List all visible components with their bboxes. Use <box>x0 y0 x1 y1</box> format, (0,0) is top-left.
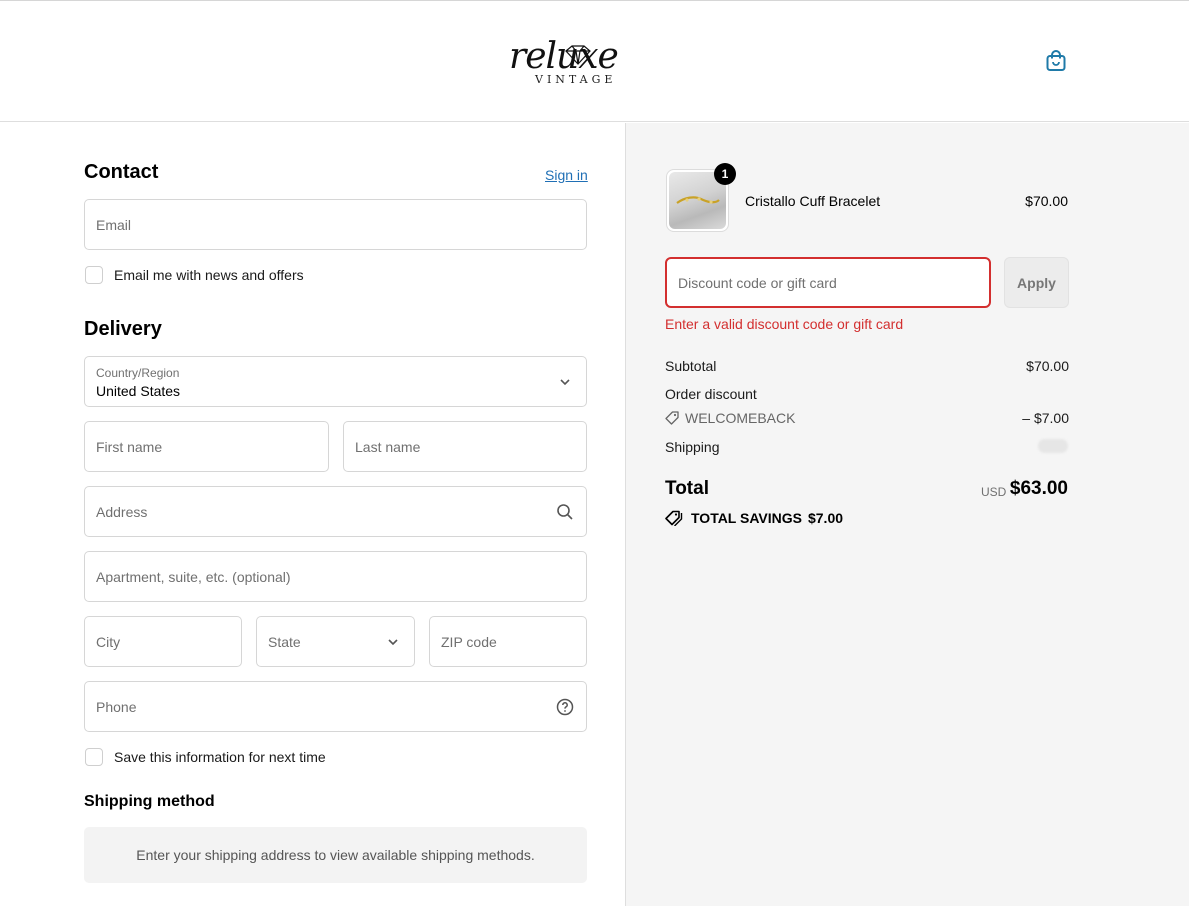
tag-icon <box>665 411 679 425</box>
email-opt-in-label: Email me with news and offers <box>114 267 304 283</box>
bracelet-image-icon <box>676 196 720 204</box>
total-label: Total <box>665 478 709 499</box>
zip-placeholder: ZIP code <box>441 634 497 650</box>
email-opt-in-row[interactable]: Email me with news and offers <box>85 266 304 284</box>
shipping-method-message: Enter your shipping address to view avai… <box>84 827 587 883</box>
savings-label: TOTAL SAVINGS <box>691 510 802 526</box>
apply-discount-button[interactable]: Apply <box>1004 257 1069 308</box>
order-discount-row: Order discount <box>665 386 1069 402</box>
discount-amount: – $7.00 <box>1022 410 1069 426</box>
help-icon[interactable] <box>556 698 574 716</box>
address-field[interactable]: Address <box>84 486 587 537</box>
shopping-bag-icon[interactable] <box>1044 49 1068 73</box>
last-name-field[interactable]: Last name <box>343 421 587 472</box>
checkout-form-panel: Contact Sign in Email Email me with news… <box>0 123 625 906</box>
savings-amount: $7.00 <box>807 510 844 526</box>
first-name-placeholder: First name <box>96 439 163 455</box>
apartment-placeholder: Apartment, suite, etc. (optional) <box>96 569 291 585</box>
email-field[interactable]: Email <box>84 199 587 250</box>
state-select[interactable]: State <box>256 616 415 667</box>
total-amount: $63.00 <box>1009 478 1068 499</box>
discount-code-input[interactable]: Discount code or gift card <box>665 257 991 308</box>
save-info-row[interactable]: Save this information for next time <box>85 748 326 766</box>
subtotal-value: $70.00 <box>1026 358 1069 374</box>
site-header: reluxe VINTAGE <box>0 0 1189 122</box>
email-placeholder: Email <box>96 217 132 233</box>
shipping-row: Shipping <box>665 439 1069 455</box>
chevron-down-icon <box>560 379 570 386</box>
total-savings: TOTAL SAVINGS $7.00 <box>665 510 843 526</box>
phone-placeholder: Phone <box>96 699 137 715</box>
country-select[interactable]: Country/Region United States <box>84 356 587 407</box>
phone-field[interactable]: Phone <box>84 681 587 732</box>
search-icon <box>557 504 573 520</box>
city-placeholder: City <box>96 634 121 650</box>
tag-icon <box>665 510 683 526</box>
zip-field[interactable]: ZIP code <box>429 616 587 667</box>
last-name-placeholder: Last name <box>355 439 421 455</box>
sign-in-link[interactable]: Sign in <box>545 167 588 183</box>
brand-logo[interactable]: reluxe VINTAGE <box>505 37 650 91</box>
address-placeholder: Address <box>96 504 148 520</box>
order-discount-label: Order discount <box>665 386 757 402</box>
country-value: United States <box>96 383 181 399</box>
diamond-icon <box>565 45 591 65</box>
shipping-method-heading: Shipping method <box>84 793 215 810</box>
contact-heading: Contact <box>84 161 159 183</box>
discount-placeholder: Discount code or gift card <box>678 275 837 291</box>
product-name: Cristallo Cuff Bracelet <box>745 193 881 209</box>
subtotal-row: Subtotal $70.00 <box>665 358 1069 374</box>
discount-code-tag: WELCOMEBACK <box>665 410 795 426</box>
email-opt-in-checkbox[interactable] <box>85 266 103 284</box>
logo-subtitle: VINTAGE <box>535 73 617 86</box>
shipping-value-placeholder <box>1038 439 1068 453</box>
country-label: Country/Region <box>96 366 180 380</box>
delivery-heading: Delivery <box>84 318 162 340</box>
city-field[interactable]: City <box>84 616 242 667</box>
currency-code: USD <box>981 485 1007 499</box>
order-summary-panel: 1 Cristallo Cuff Bracelet $70.00 Discoun… <box>625 123 1189 906</box>
apartment-field[interactable]: Apartment, suite, etc. (optional) <box>84 551 587 602</box>
first-name-field[interactable]: First name <box>84 421 329 472</box>
product-price: $70.00 <box>1025 193 1068 209</box>
shipping-label: Shipping <box>665 439 720 455</box>
save-info-label: Save this information for next time <box>114 749 326 765</box>
save-info-checkbox[interactable] <box>85 748 103 766</box>
discount-error-message: Enter a valid discount code or gift card <box>665 316 904 332</box>
quantity-badge: 1 <box>714 163 736 185</box>
state-placeholder: State <box>268 634 301 650</box>
discount-code-text: WELCOMEBACK <box>685 410 796 426</box>
chevron-down-icon <box>388 639 398 646</box>
subtotal-label: Subtotal <box>665 358 717 374</box>
